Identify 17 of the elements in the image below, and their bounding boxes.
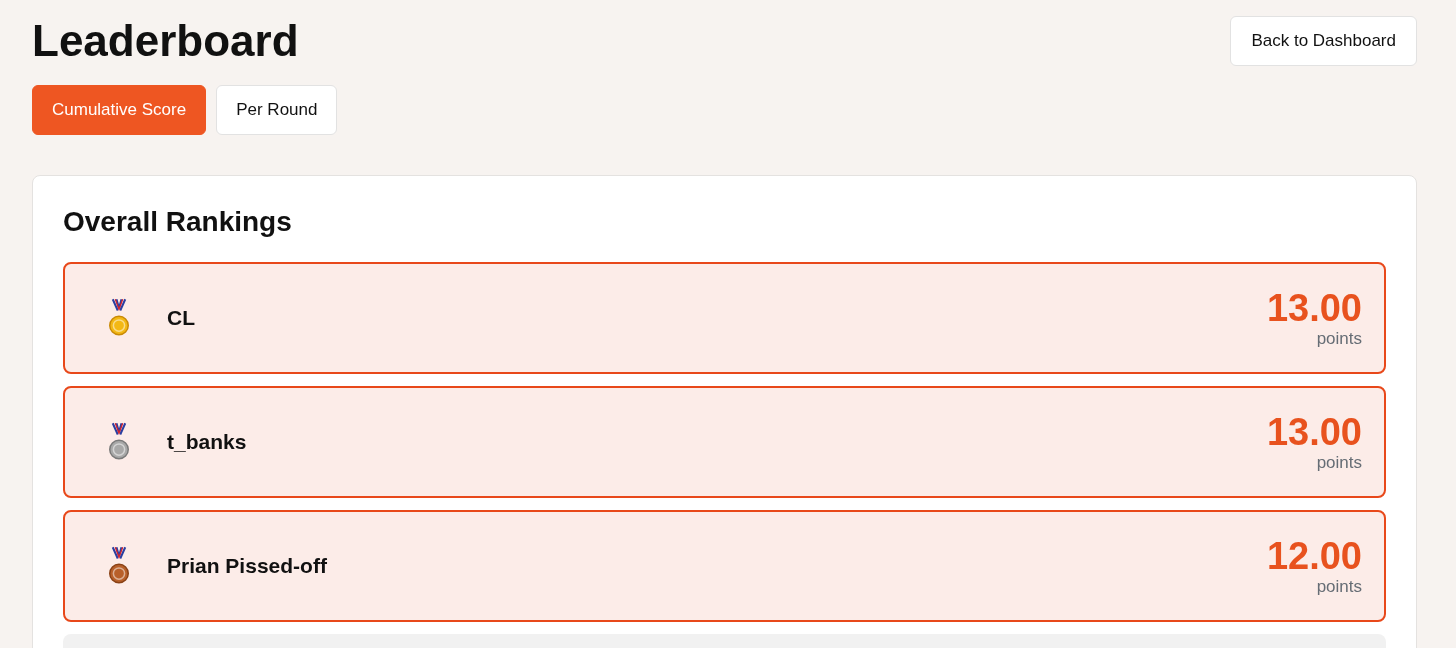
card-title: Overall Rankings [63, 205, 293, 239]
player-name: t_banks [167, 430, 247, 454]
player-name: Prian Pissed-off [167, 554, 327, 578]
view-tab[interactable]: Per Round [216, 85, 338, 135]
score-value: 13.00 [1266, 411, 1362, 453]
score-value: 12.00 [1266, 535, 1362, 577]
medal-icon [109, 298, 129, 338]
player-name: CL [167, 306, 195, 330]
score-unit: points [1316, 453, 1362, 473]
back-button[interactable]: Back to Dashboard [1230, 16, 1417, 66]
medal-icon [109, 546, 129, 586]
page-title: Leaderboard [32, 16, 300, 66]
score-value: 13.00 [1266, 287, 1362, 329]
score-unit: points [1316, 329, 1362, 349]
view-tab[interactable]: Cumulative Score [32, 85, 207, 135]
medal-icon [109, 422, 129, 462]
score-unit: points [1316, 577, 1362, 597]
